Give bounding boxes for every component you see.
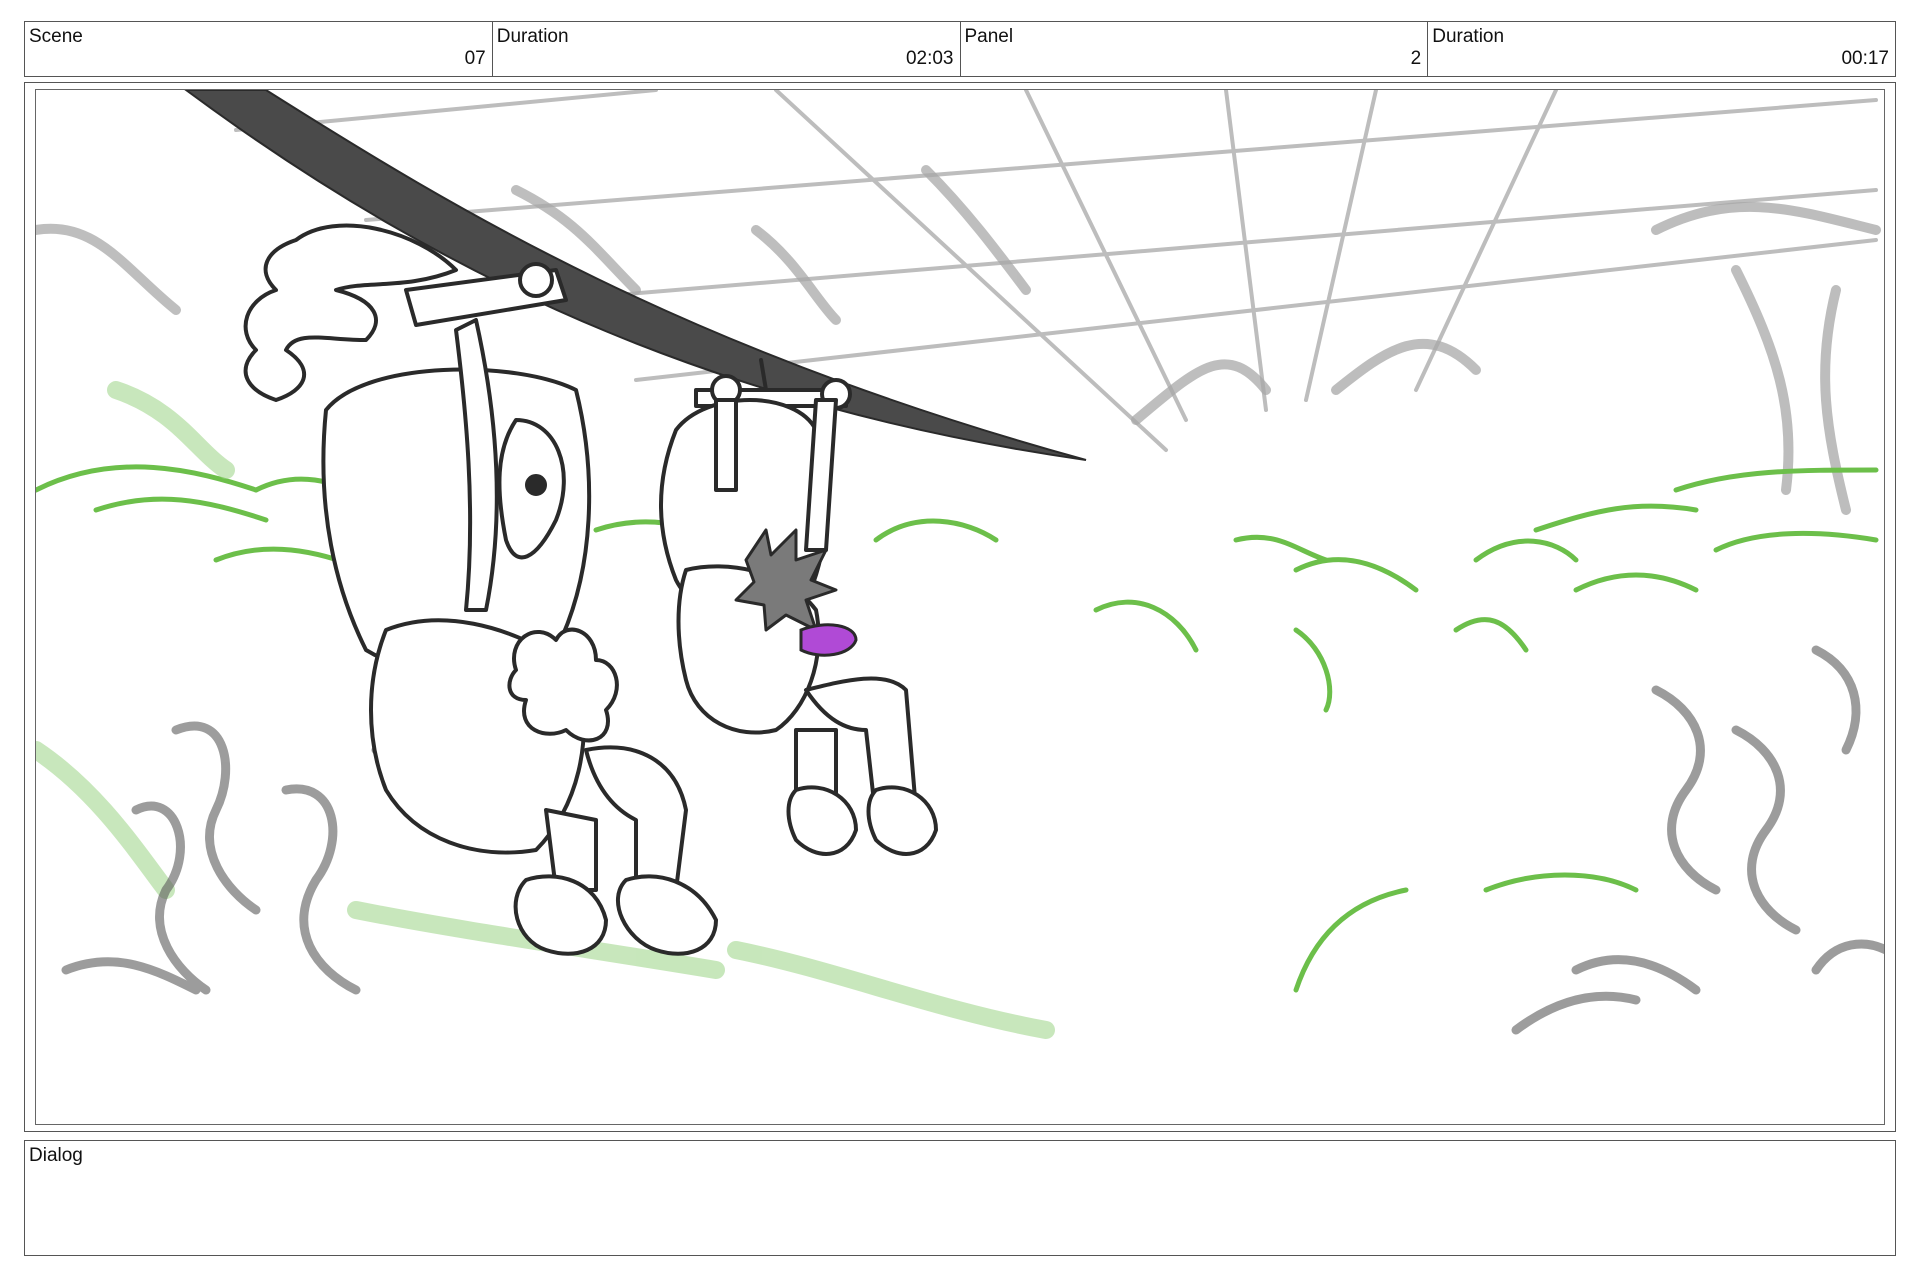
panel-cell: Panel 2 [961,22,1429,76]
panel-frame [24,82,1896,1132]
scene-label: Scene [29,26,83,47]
foliage-strokes [36,464,1879,993]
panel-label: Panel [964,26,1014,47]
panel-value: 2 [1410,48,1422,69]
panel-duration-cell: Duration 00:17 [1428,22,1895,76]
foreground-plants [61,645,1884,1035]
dialog-box: Dialog [24,1140,1896,1256]
storyboard-header: Scene 07 Duration 02:03 Panel 2 Duration… [24,21,1896,77]
panel-artwork [35,89,1885,1125]
scene-duration-value: 02:03 [905,48,954,69]
scene-duration-label: Duration [496,26,569,47]
scene-value: 07 [464,48,486,69]
scene-cell: Scene 07 [25,22,493,76]
scene-duration-cell: Duration 02:03 [493,22,961,76]
tongue [799,623,858,657]
panel-duration-label: Duration [1432,26,1505,47]
storyboard-sketch [36,90,1884,1039]
dialog-label: Dialog [29,1145,83,1166]
panel-duration-value: 00:17 [1841,48,1889,69]
background-sketch [36,165,1881,515]
